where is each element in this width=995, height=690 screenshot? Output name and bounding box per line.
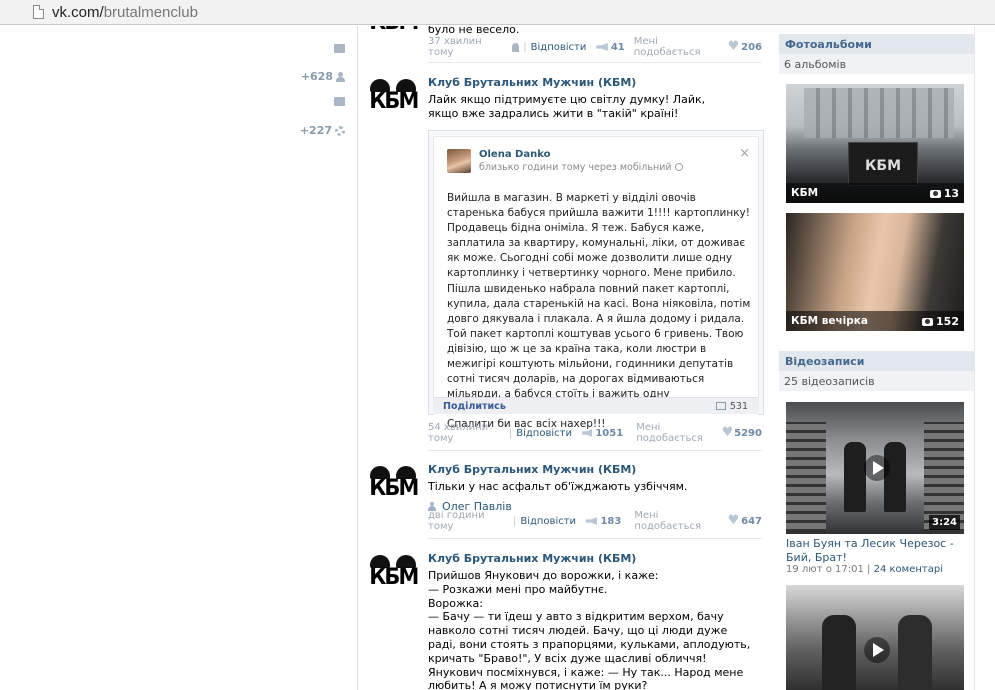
video-thumbnail[interactable]: 3:24 [786, 402, 964, 534]
comment-bubble-icon [334, 97, 345, 106]
members-stat-value: +227 [299, 124, 332, 137]
likes-stat[interactable]: +628 [301, 70, 345, 83]
left-strip: +628 +227 [0, 26, 358, 690]
scrollbar[interactable] [974, 26, 995, 690]
kbm-logo[interactable]: КБМ [368, 79, 419, 119]
like-count[interactable]: 5290 [734, 428, 762, 439]
album-tile[interactable]: КБМ вечірка 152 [786, 213, 964, 331]
video-date: 19 лют о 17:01 [786, 564, 864, 575]
post-author[interactable]: Клуб Брутальних Мужчин (КБМ) [428, 76, 764, 89]
like-label[interactable]: Мені подобається [636, 422, 717, 444]
comment-icon [715, 402, 726, 410]
share-count[interactable]: 41 [611, 42, 625, 53]
share-count[interactable]: 183 [600, 516, 621, 527]
video-duration: 3:24 [929, 515, 960, 530]
post-meta: 37 хвилин тому | Відповісти 41 Мені подо… [428, 36, 762, 58]
kbm-logo[interactable]: КБМ [368, 26, 419, 40]
like-count[interactable]: 647 [741, 516, 762, 527]
likes-stat-value: +628 [300, 70, 333, 83]
right-sidebar: Фотоальбоми 6 альбомів КБМ КБМ 13 КБМ ве… [777, 26, 995, 690]
videos-count[interactable]: 25 відеозаписів [779, 371, 975, 391]
albums-heading[interactable]: Фотоальбоми [779, 34, 975, 54]
divider [428, 538, 762, 539]
envelope-icon [334, 44, 345, 53]
comment-count[interactable]: 531 [730, 401, 748, 412]
post-text: Лайк якщо підтримуєте цю світлу думку! Л… [428, 93, 706, 120]
address-bar[interactable]: vk.com/brutalmenclub [0, 0, 995, 25]
post-time[interactable]: 54 хвилини тому [428, 422, 505, 444]
like-label[interactable]: Мені подобається [634, 510, 723, 532]
shared-post: Olena Danko близько години тому через мо… [428, 130, 764, 430]
page-icon [33, 5, 44, 19]
shared-post-card: Olena Danko близько години тому через мо… [433, 136, 759, 430]
avatar[interactable] [447, 149, 471, 173]
post-meta: дві години тому | Відповісти 183 Мені по… [428, 510, 762, 532]
divider [428, 450, 762, 451]
reply-link[interactable]: Відповісти [516, 428, 572, 439]
shared-footer: Поділитись 531 [433, 397, 759, 414]
albums-count[interactable]: 6 альбомів [779, 54, 975, 74]
album-tile[interactable]: КБМ КБМ 13 [786, 84, 964, 203]
video-title[interactable]: Іван Буян та Лесик Черезос - Бий, Брат! [786, 537, 972, 565]
comments-link[interactable] [334, 97, 345, 106]
shared-time: близько години тому через мобільний [479, 162, 683, 173]
kbm-flag: КБМ [848, 142, 918, 186]
play-icon[interactable] [864, 637, 890, 663]
post-author[interactable]: Клуб Брутальних Мужчин (КБМ) [428, 463, 764, 476]
members-stat[interactable]: +227 [300, 124, 345, 137]
kbm-logo[interactable]: КБМ [368, 466, 419, 506]
post-text: Тільки у нас асфальт об'їжджають узбіччя… [428, 480, 688, 493]
share-icon[interactable] [581, 429, 593, 437]
messages-link[interactable] [334, 44, 345, 53]
play-icon[interactable] [864, 455, 890, 481]
post-author[interactable]: Клуб Брутальних Мужчин (КБМ) [428, 552, 764, 565]
video-meta: 19 лют о 17:01 | 24 коментарі [786, 564, 943, 575]
post-time[interactable]: дві години тому [428, 510, 509, 532]
kbm-logo[interactable]: КБМ [368, 555, 419, 595]
share-button[interactable]: Поділитись [443, 401, 506, 412]
heart-icon[interactable] [722, 425, 733, 440]
like-count[interactable]: 206 [741, 42, 762, 53]
reply-link[interactable]: Відповісти [531, 42, 587, 53]
post-text: Прийшов Янукович до ворожки, і каже: — Р… [428, 569, 751, 690]
share-icon[interactable] [596, 43, 608, 51]
gear-icon [335, 125, 345, 136]
video-comments-link[interactable]: 24 коментарі [874, 564, 943, 575]
wall-feed: КБМ було не весело. 37 хвилин тому | Від… [366, 26, 766, 690]
camera-icon [929, 189, 941, 198]
like-label[interactable]: Мені подобається [634, 36, 724, 58]
close-icon[interactable]: × [739, 146, 750, 161]
post-time[interactable]: 37 хвилин тому [428, 36, 507, 58]
reply-link[interactable]: Відповісти [520, 516, 576, 527]
shared-author[interactable]: Olena Danko [479, 149, 550, 160]
url-text[interactable]: vk.com/brutalmenclub [52, 4, 198, 21]
person-icon [336, 71, 345, 82]
album-photo-count: 152 [922, 315, 959, 328]
share-count[interactable]: 1051 [595, 428, 623, 439]
camera-icon [922, 317, 934, 326]
divider [428, 62, 762, 63]
heart-icon[interactable] [728, 513, 740, 528]
videos-heading[interactable]: Відеозаписи [779, 351, 975, 371]
share-icon[interactable] [586, 517, 598, 525]
album-photo-count: 13 [929, 187, 959, 200]
post-meta: 54 хвилини тому | Відповісти 1051 Мені п… [428, 422, 762, 444]
android-icon [511, 42, 520, 52]
globe-icon [674, 163, 683, 171]
video-thumbnail[interactable] [786, 585, 964, 690]
heart-icon[interactable] [728, 39, 739, 54]
